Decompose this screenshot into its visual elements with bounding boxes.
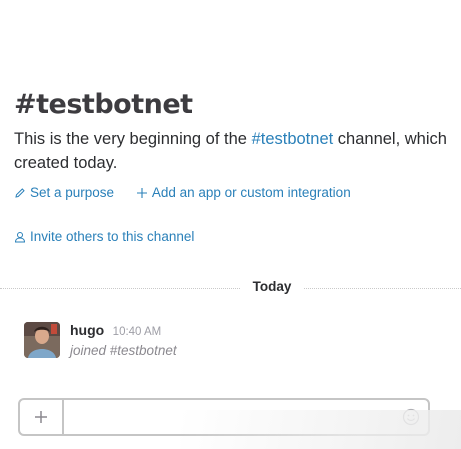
message-body: hugo 10:40 AM joined #testbotnet	[70, 322, 177, 358]
channel-intro: #testbotnet This is the very beginning o…	[14, 88, 461, 202]
add-app-label: Add an app or custom integration	[151, 185, 351, 200]
intro-suffix: channel, which	[333, 130, 447, 148]
channel-actions: Set a purpose Add an app or custom integ…	[14, 185, 461, 202]
channel-link[interactable]: #testbotnet	[252, 130, 334, 148]
message-input[interactable]	[68, 406, 392, 430]
message-sender[interactable]: hugo	[70, 322, 104, 338]
avatar[interactable]	[24, 322, 60, 358]
divider-line-left	[0, 288, 240, 289]
attach-button[interactable]	[20, 400, 64, 434]
set-purpose-label: Set a purpose	[30, 185, 115, 200]
user-icon	[14, 231, 26, 242]
channel-intro-text: This is the very beginning of the #testb…	[14, 127, 461, 175]
message-composer	[18, 398, 430, 436]
channel-title: #testbotnet	[14, 89, 193, 120]
intro-line2: created today.	[14, 154, 118, 172]
smiley-icon[interactable]	[402, 408, 420, 426]
day-divider-label: Today	[252, 279, 292, 294]
set-purpose-link[interactable]: Set a purpose	[14, 185, 114, 200]
intro-prefix: This is the very beginning of the	[14, 130, 252, 148]
invite-label: Invite others to this channel	[30, 229, 195, 244]
pencil-icon	[15, 187, 25, 198]
day-divider: Today	[0, 279, 461, 297]
invite-link[interactable]: Invite others to this channel	[14, 229, 194, 246]
plus-icon	[136, 187, 147, 198]
message-text: joined #testbotnet	[70, 343, 177, 358]
message-timestamp[interactable]: 10:40 AM	[113, 326, 162, 338]
plus-icon	[35, 411, 47, 423]
add-app-link[interactable]: Add an app or custom integration	[136, 185, 351, 200]
divider-line-right	[304, 288, 461, 289]
